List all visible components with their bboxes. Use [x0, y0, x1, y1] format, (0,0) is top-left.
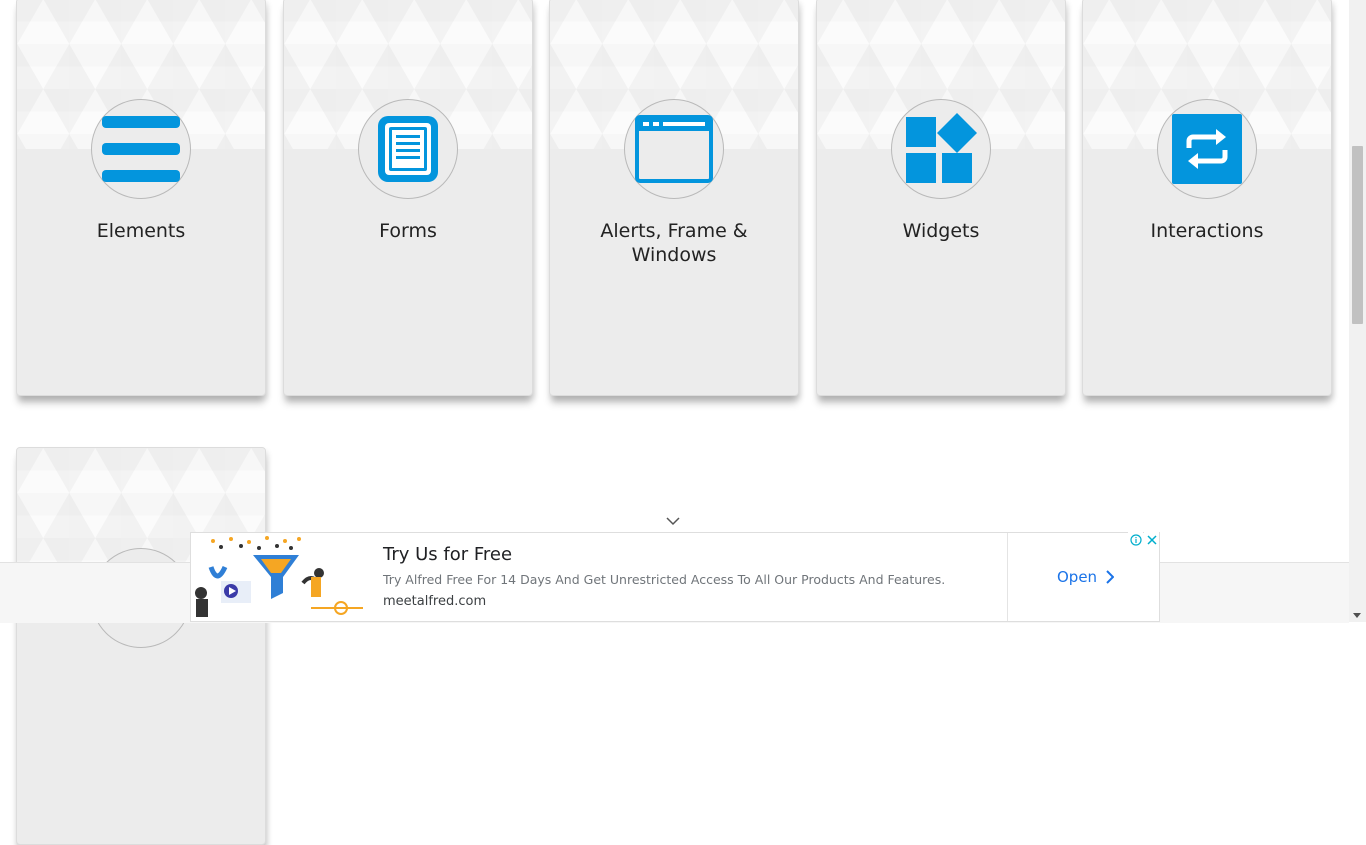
scroll-down-arrow-icon[interactable]	[1353, 613, 1361, 618]
card-title: Interactions	[1150, 220, 1264, 242]
document-icon	[378, 116, 438, 182]
browser-window-icon	[635, 115, 713, 183]
ad-banner[interactable]: Try Us for Free Try Alfred Free For 14 D…	[190, 532, 1160, 622]
ad-close-icon[interactable]	[1144, 532, 1159, 547]
card-partial[interactable]	[16, 447, 266, 845]
card-alerts-frame-windows[interactable]: Alerts, Frame & Windows	[549, 0, 799, 396]
card-elements[interactable]: Elements	[16, 0, 266, 396]
card-avatar	[91, 99, 191, 199]
swap-arrows-icon	[1172, 114, 1242, 184]
ad-image[interactable]	[191, 533, 363, 621]
card-title: Widgets	[902, 220, 980, 242]
ad-title[interactable]: Try Us for Free	[383, 544, 512, 565]
card-title: Forms	[379, 220, 437, 242]
card-avatar	[1157, 99, 1257, 199]
ad-url[interactable]: meetalfred.com	[383, 594, 486, 609]
card-avatar	[891, 99, 991, 199]
ad-controls	[1128, 532, 1159, 547]
scrollbar-thumb[interactable]	[1352, 146, 1363, 324]
card-forms[interactable]: Forms	[283, 0, 533, 396]
list-icon	[102, 116, 180, 182]
chevron-right-icon	[1106, 570, 1115, 584]
ad-open-button[interactable]: Open	[1057, 568, 1115, 586]
vertical-scrollbar[interactable]	[1349, 0, 1366, 622]
card-title: Elements	[96, 220, 186, 242]
ad-info-icon[interactable]	[1128, 532, 1143, 547]
card-avatar	[624, 99, 724, 199]
ad-divider	[1007, 533, 1008, 621]
card-widgets[interactable]: Widgets	[816, 0, 1066, 396]
chevron-down-icon[interactable]	[666, 516, 680, 526]
card-interactions[interactable]: Interactions	[1082, 0, 1332, 396]
ad-illustration	[195, 536, 363, 617]
ad-open-label: Open	[1057, 568, 1098, 586]
ad-description: Try Alfred Free For 14 Days And Get Unre…	[383, 572, 946, 587]
card-avatar	[358, 99, 458, 199]
card-title: Alerts, Frame & Windows	[600, 220, 748, 266]
widgets-icon	[906, 113, 977, 183]
